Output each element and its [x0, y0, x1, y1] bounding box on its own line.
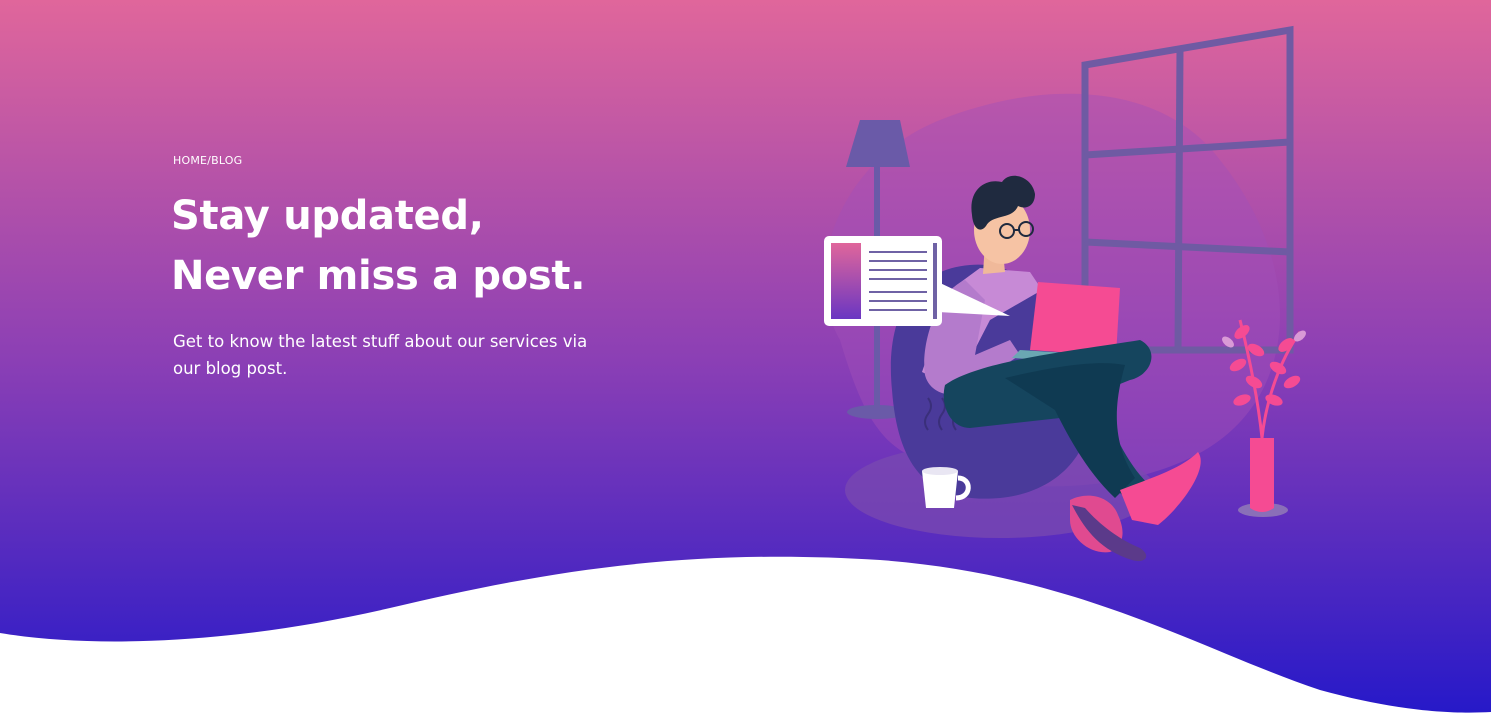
breadcrumb-home-link[interactable]: HOME [173, 154, 207, 167]
reader-illustration [824, 25, 1306, 562]
page-subtitle: Get to know the latest stuff about our s… [173, 332, 588, 378]
title-line-1: Stay updated, [171, 193, 484, 239]
page-title: Stay updated, Never miss a post. [171, 186, 585, 306]
breadcrumb-current: BLOG [211, 154, 243, 167]
breadcrumb: HOME/BLOG [173, 154, 242, 167]
title-line-2: Never miss a post. [171, 253, 586, 299]
blog-hero: HOME/BLOG Stay updated, Never miss a pos… [0, 0, 1491, 721]
